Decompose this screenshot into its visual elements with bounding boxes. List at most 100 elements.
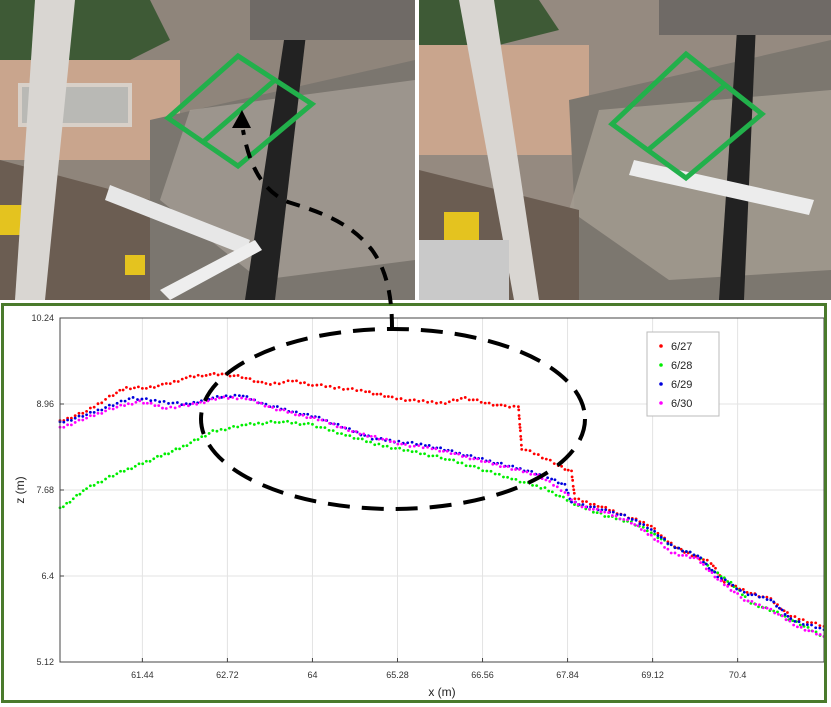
data-point xyxy=(144,459,148,463)
data-point xyxy=(607,515,610,518)
data-point xyxy=(519,443,523,447)
data-point xyxy=(149,399,153,403)
data-point xyxy=(327,428,331,432)
data-point xyxy=(219,427,223,431)
data-point xyxy=(563,468,567,471)
data-point xyxy=(731,583,735,587)
data-point xyxy=(716,571,720,575)
data-point xyxy=(719,579,723,583)
data-point xyxy=(581,503,585,506)
data-point xyxy=(398,446,402,450)
data-point xyxy=(77,411,81,415)
data-point xyxy=(758,595,761,599)
data-point xyxy=(512,404,516,408)
data-point xyxy=(663,537,666,541)
data-point xyxy=(479,459,483,463)
legend: 6/27 6/28 6/29 6/30 xyxy=(646,331,720,417)
data-point xyxy=(435,454,439,458)
data-point xyxy=(521,470,525,474)
data-point xyxy=(294,421,298,425)
data-point xyxy=(156,454,159,458)
x-tick-label: 69.12 xyxy=(641,670,664,680)
data-point xyxy=(73,421,77,424)
data-point xyxy=(92,483,96,487)
data-point xyxy=(518,422,522,426)
data-point xyxy=(408,445,412,448)
data-point xyxy=(381,437,385,441)
data-point xyxy=(518,480,522,484)
data-point xyxy=(471,398,475,402)
data-point xyxy=(394,446,397,450)
data-point xyxy=(312,416,316,419)
data-point xyxy=(233,393,237,397)
data-point xyxy=(158,400,162,404)
data-point xyxy=(531,483,534,487)
data-point xyxy=(742,590,746,594)
data-point xyxy=(206,399,210,403)
data-point xyxy=(739,588,742,592)
data-point xyxy=(104,397,107,401)
data-point xyxy=(412,444,416,448)
data-point xyxy=(240,396,243,400)
data-point xyxy=(519,434,523,438)
data-point xyxy=(181,444,185,448)
data-point xyxy=(421,446,425,450)
data-point xyxy=(740,593,744,597)
data-point xyxy=(348,434,352,438)
chart-plot: x (m) z (m) 61.44 62.72 64 65.28 66.56 67.84 6… xyxy=(13,313,824,699)
data-point xyxy=(175,401,179,404)
data-point xyxy=(518,426,522,429)
data-point xyxy=(455,398,459,402)
data-point xyxy=(495,403,499,407)
data-point xyxy=(571,484,575,488)
data-point xyxy=(297,413,301,417)
data-point xyxy=(379,392,383,396)
data-point xyxy=(295,379,298,383)
data-point xyxy=(746,599,750,603)
data-point xyxy=(140,386,144,390)
data-point xyxy=(544,457,548,461)
data-point xyxy=(599,510,603,514)
data-point xyxy=(761,595,765,599)
data-point xyxy=(298,423,302,426)
legend-marker xyxy=(659,363,663,367)
data-point xyxy=(769,598,773,602)
data-point xyxy=(402,449,406,452)
data-point xyxy=(633,523,637,526)
data-point xyxy=(119,403,123,407)
data-point xyxy=(172,379,176,383)
data-point xyxy=(591,507,595,511)
data-point xyxy=(565,498,569,502)
data-point xyxy=(777,612,780,616)
data-point xyxy=(248,397,252,401)
data-point xyxy=(81,415,85,418)
data-point xyxy=(92,414,96,418)
y-tick-label: 10.24 xyxy=(31,313,54,323)
data-point xyxy=(163,452,167,456)
data-point xyxy=(343,426,347,430)
data-point xyxy=(518,429,522,433)
data-point xyxy=(479,400,483,404)
data-point xyxy=(629,521,633,525)
aerial-photo-left xyxy=(0,0,415,300)
data-point xyxy=(412,398,416,402)
data-point xyxy=(302,422,306,426)
data-point xyxy=(111,474,115,478)
data-point xyxy=(237,394,241,397)
data-point xyxy=(352,437,356,440)
data-point xyxy=(260,380,264,384)
data-point xyxy=(801,618,805,621)
data-point xyxy=(566,468,570,472)
data-point xyxy=(468,464,472,468)
data-point xyxy=(81,411,85,415)
data-point xyxy=(214,398,218,401)
data-point xyxy=(248,377,252,381)
data-point xyxy=(511,464,515,468)
data-point xyxy=(337,385,341,389)
data-point xyxy=(758,603,761,607)
data-point xyxy=(273,420,277,424)
data-point xyxy=(653,538,656,541)
data-point xyxy=(754,602,758,606)
data-point xyxy=(152,386,156,389)
data-point xyxy=(315,383,319,387)
